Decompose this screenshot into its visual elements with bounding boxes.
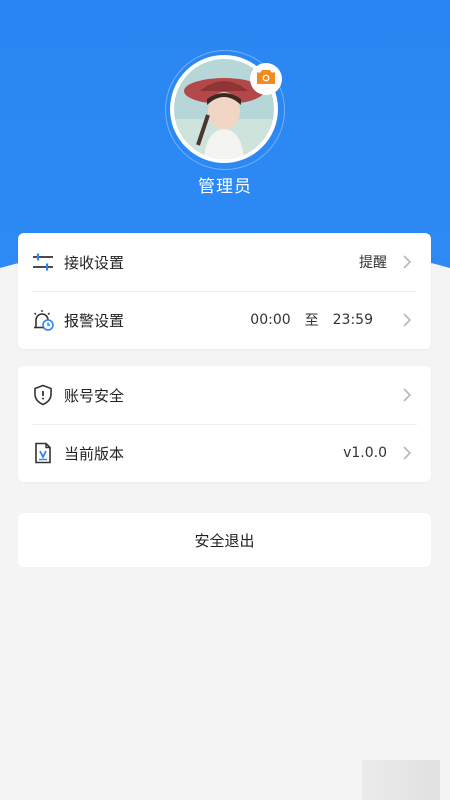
current-version-label: 当前版本: [64, 444, 125, 463]
alarm-clock-icon: [32, 309, 54, 331]
username: 管理员: [198, 177, 252, 197]
current-version-value: v1.0.0: [343, 445, 387, 461]
sliders-icon: [32, 251, 54, 273]
alarm-end-time: 23:59: [332, 312, 373, 328]
chevron-right-icon: [393, 310, 421, 330]
corner-artifact: [362, 760, 440, 800]
alarm-time-separator: 至: [304, 313, 319, 329]
shield-icon: [32, 384, 54, 406]
receive-settings-row[interactable]: 接收设置 提醒: [18, 233, 431, 291]
alarm-settings-label: 报警设置: [64, 311, 125, 330]
alarm-settings-row[interactable]: 报警设置 00:00 至 23:59: [18, 291, 431, 349]
chevron-right-icon: [393, 385, 421, 405]
receive-settings-label: 接收设置: [64, 253, 125, 272]
change-avatar-button[interactable]: [250, 63, 282, 95]
logout-button[interactable]: 安全退出: [18, 513, 431, 567]
account-security-label: 账号安全: [64, 386, 125, 405]
alarm-start-time: 00:00: [250, 312, 291, 328]
account-card: 账号安全 当前版本 v1.0.0: [18, 366, 431, 482]
settings-card: 接收设置 提醒 报警设置 00:00 至 23:59: [18, 233, 431, 349]
account-security-row[interactable]: 账号安全: [18, 366, 431, 424]
current-version-row[interactable]: 当前版本 v1.0.0: [18, 424, 431, 482]
camera-icon: [256, 69, 276, 89]
chevron-right-icon: [393, 443, 421, 463]
chevron-right-icon: [393, 252, 421, 272]
version-file-icon: [32, 442, 54, 464]
avatar-container: [165, 50, 285, 170]
receive-settings-value: 提醒: [359, 255, 387, 271]
